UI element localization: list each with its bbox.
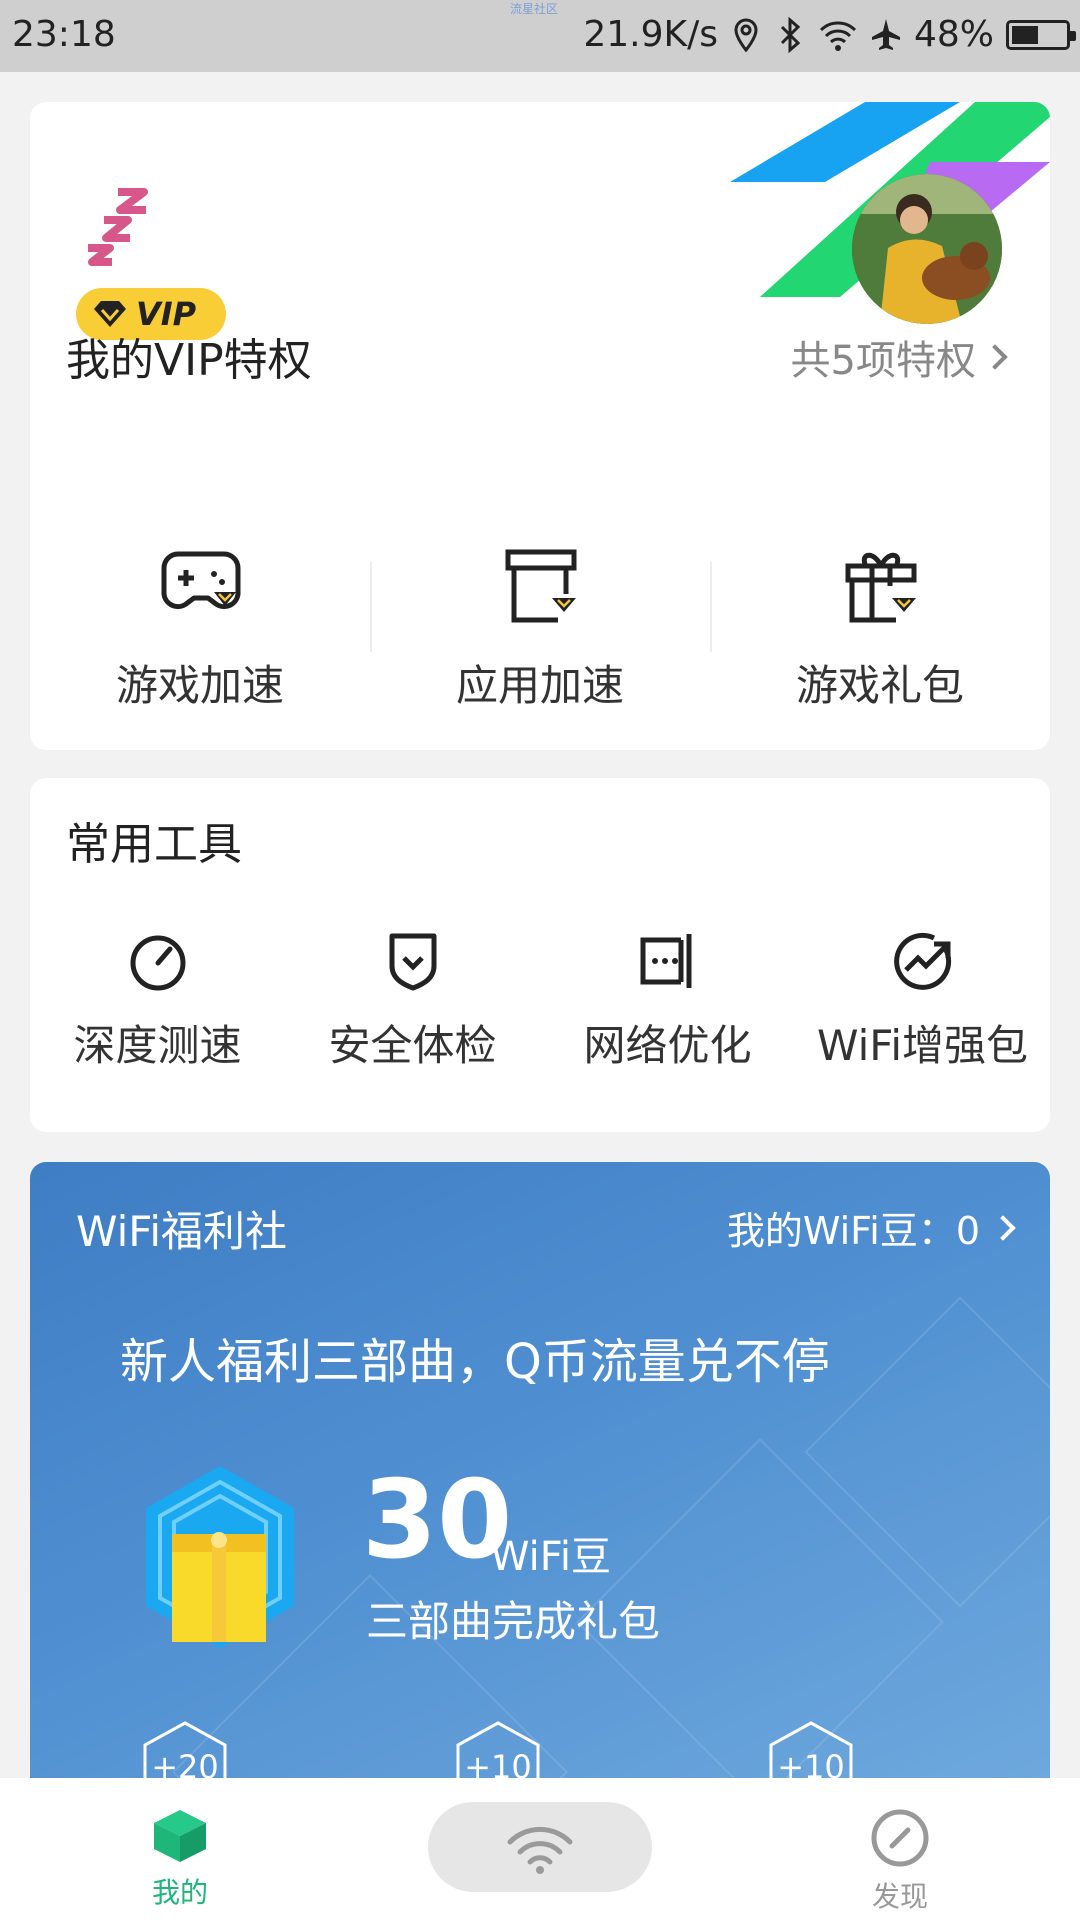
step-points: +10 — [464, 1748, 532, 1782]
vip-item-label: 游戏礼包 — [795, 661, 964, 710]
speedometer-icon — [130, 935, 186, 991]
network-optimize-icon — [640, 934, 692, 988]
battery-icon — [1006, 19, 1076, 50]
nav-discover-label: 发现 — [871, 1880, 928, 1913]
vip-privilege-row: 游戏加速 应用加速 游戏礼包 — [30, 532, 1050, 732]
vip-item-label: 游戏加速 — [115, 661, 284, 710]
reward-unit: WiFi豆 — [490, 1534, 611, 1580]
status-time: 23:18 — [12, 14, 116, 55]
compass-icon — [871, 1809, 929, 1867]
wifi-icon — [819, 20, 857, 51]
privilege-count-label: 共5项特权 — [790, 338, 976, 384]
bottom-nav: 我的 发现 — [0, 1778, 1080, 1920]
welfare-title: WiFi福利社 — [76, 1207, 288, 1256]
avatar-photo — [852, 174, 1002, 324]
box-icon — [505, 549, 577, 623]
chevron-right-icon — [982, 344, 1008, 370]
shield-icon — [389, 933, 437, 991]
privilege-count-link[interactable]: 共5项特权 — [790, 328, 1008, 386]
vip-item-game-gift[interactable]: 游戏礼包 — [710, 532, 1050, 732]
sleeping-zzz-icon — [88, 188, 148, 266]
welfare-headline: 新人福利三部曲，Q币流量兑不停 — [120, 1334, 830, 1390]
watermark: 流星社区 — [510, 2, 559, 16]
tools-row: 深度测速 安全体检 网络优化 WiFi增强包 — [30, 930, 1050, 1110]
tool-security-check[interactable]: 安全体检 — [285, 930, 540, 1110]
my-beans-link[interactable]: 我的WiFi豆：0 — [726, 1200, 1016, 1255]
tool-label: 网络优化 — [583, 1021, 752, 1070]
nav-mine-label: 我的 — [151, 1876, 208, 1909]
tool-wifi-boost[interactable]: WiFi增强包 — [795, 930, 1050, 1110]
tools-card: 常用工具 深度测速 安全体检 网络优化 WiFi增强包 — [30, 778, 1050, 1132]
bluetooth-icon — [780, 16, 801, 53]
reward-subtitle: 三部曲完成礼包 — [366, 1597, 661, 1646]
step-badge[interactable]: +10 — [455, 1720, 541, 1782]
gamepad-icon — [161, 551, 241, 610]
nav-discover[interactable]: 发现 — [862, 1808, 938, 1915]
avatar[interactable] — [852, 174, 1002, 324]
step-badge[interactable]: +20 — [142, 1720, 228, 1782]
step-badge[interactable]: +10 — [768, 1720, 854, 1782]
tool-label: WiFi增强包 — [816, 1021, 1029, 1070]
vip-item-label: 应用加速 — [455, 661, 624, 710]
airplane-icon — [871, 18, 900, 50]
status-indicators: 21.9K/s 48% — [583, 14, 1076, 55]
vip-item-app-boost[interactable]: 应用加速 — [370, 532, 710, 732]
tool-label: 安全体检 — [328, 1021, 497, 1070]
vip-section-title: 我的VIP特权 — [66, 335, 312, 386]
wifi-connect-button[interactable] — [428, 1802, 652, 1892]
chevron-right-icon — [990, 1214, 1016, 1241]
tool-speed-test[interactable]: 深度测速 — [30, 930, 285, 1110]
tools-section-title: 常用工具 — [66, 819, 242, 870]
nav-mine[interactable]: 我的 — [140, 1808, 220, 1911]
net-speed: 21.9K/s — [583, 14, 718, 55]
my-beans-label: 我的WiFi豆：0 — [726, 1209, 980, 1253]
step-points: +10 — [777, 1748, 845, 1782]
battery-percent: 48% — [913, 14, 994, 55]
step-points: +20 — [151, 1748, 219, 1782]
vip-card: VIP 我的VIP特权 共5项特权 游戏加速 应用加速 游戏礼包 — [30, 102, 1050, 750]
trend-up-icon — [894, 932, 952, 990]
gift-box-icon[interactable] — [140, 1462, 300, 1652]
gift-icon — [845, 552, 917, 623]
wifi-icon — [507, 1826, 573, 1874]
wifi-welfare-panel: WiFi福利社 我的WiFi豆：0 新人福利三部曲，Q币流量兑不停 30 WiF… — [30, 1162, 1050, 1782]
tool-network-optimize[interactable]: 网络优化 — [540, 930, 795, 1110]
tool-label: 深度测速 — [73, 1021, 242, 1070]
cube-icon — [154, 1810, 206, 1862]
vip-item-game-boost[interactable]: 游戏加速 — [30, 532, 370, 732]
status-bar: 23:18 流星社区 21.9K/s 48% — [0, 0, 1080, 72]
location-icon — [734, 17, 758, 52]
